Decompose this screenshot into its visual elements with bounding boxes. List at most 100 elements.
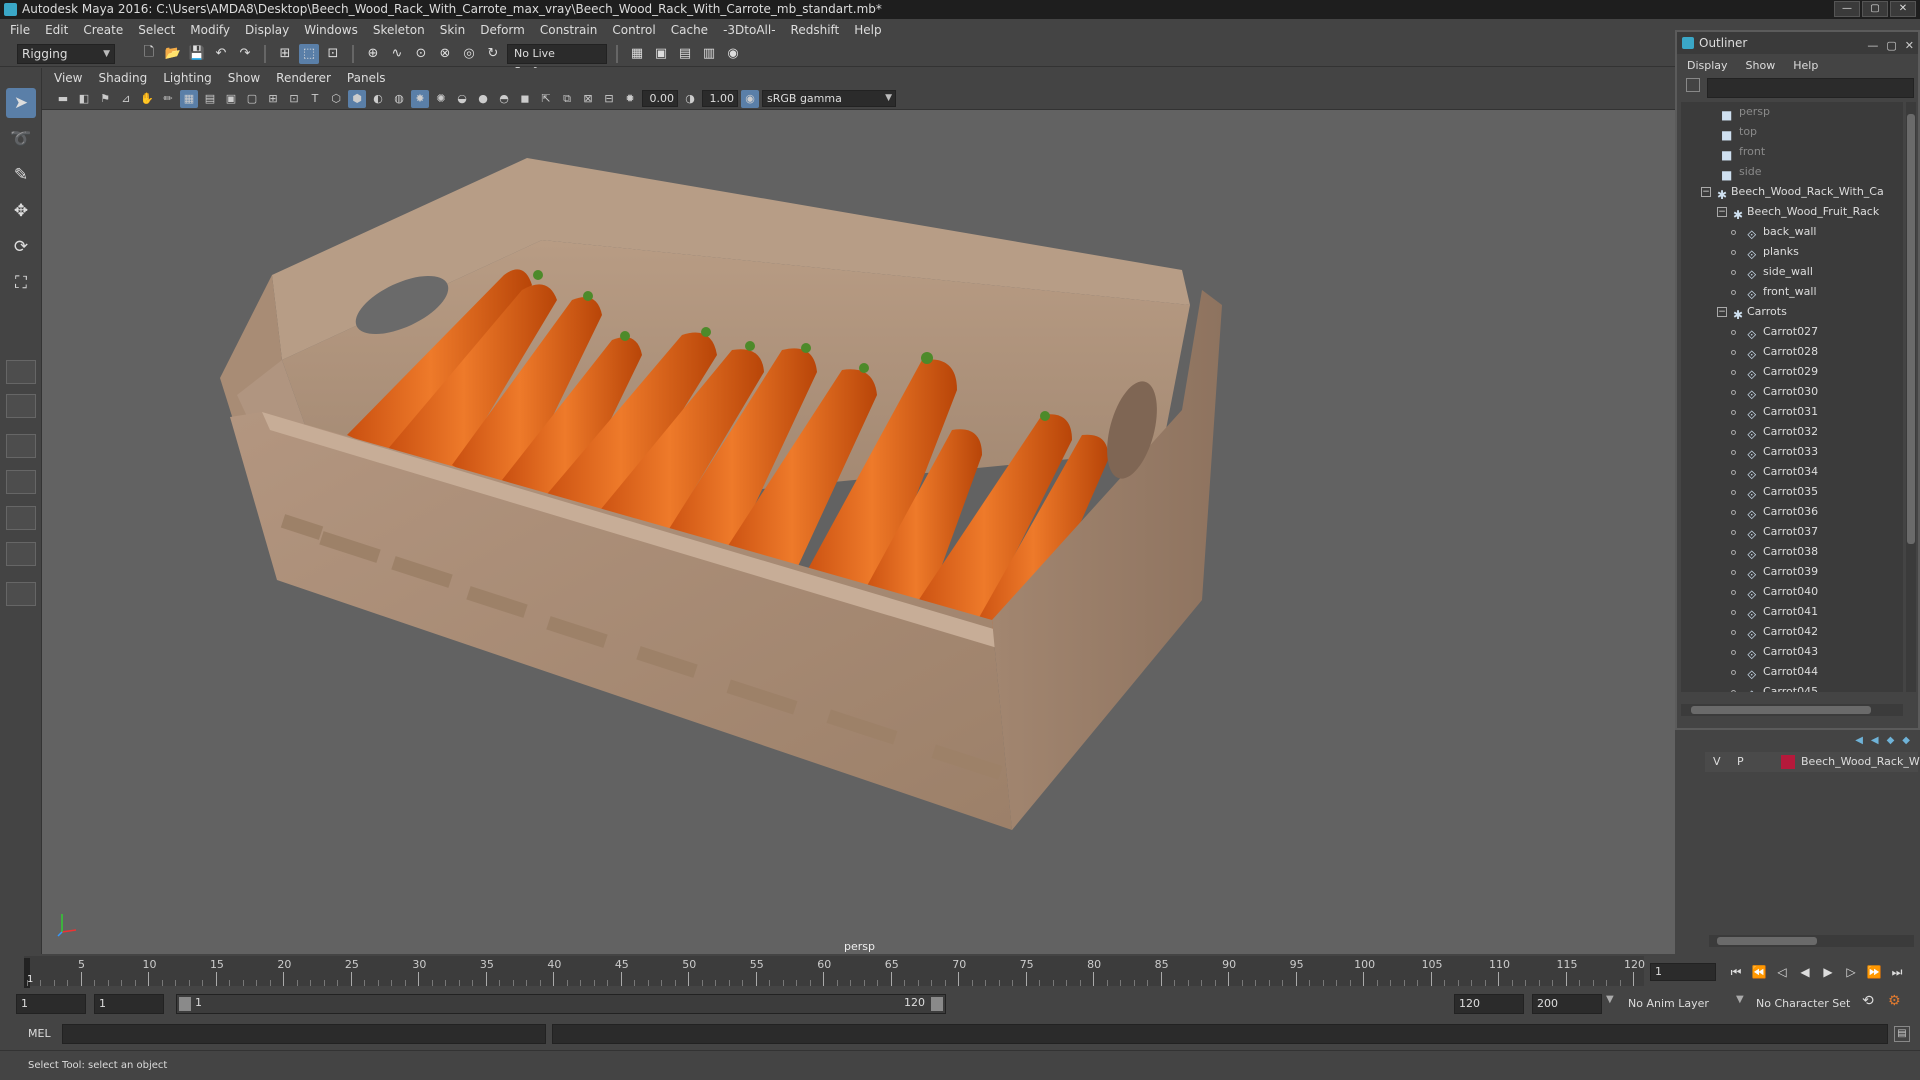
snap-view-icon[interactable]: ⊗ xyxy=(435,44,455,64)
rotate-tool-icon[interactable]: ⟳ xyxy=(6,232,36,262)
tree-item-carrot[interactable]: ⟐ Carrot044 xyxy=(1681,662,1903,682)
playback-start-field[interactable]: 1 xyxy=(94,994,164,1014)
anim-layer-dropdown-icon[interactable]: ▼ xyxy=(1606,994,1614,1005)
snap-point-icon[interactable]: ⊙ xyxy=(411,44,431,64)
layer-visibility-toggle[interactable]: V xyxy=(1713,752,1721,772)
side-by-side-layout-icon[interactable] xyxy=(6,434,36,458)
outliner-menu-help[interactable]: Help xyxy=(1793,59,1818,72)
ipr-render-icon[interactable]: ▤ xyxy=(675,44,695,64)
save-scene-icon[interactable]: 💾 xyxy=(187,44,207,64)
playback-end-field[interactable]: 120 xyxy=(1454,994,1524,1014)
character-set-dropdown-icon[interactable]: ▼ xyxy=(1736,994,1744,1005)
tree-item-carrot[interactable]: ⟐ Carrot040 xyxy=(1681,582,1903,602)
menu-redshift[interactable]: Redshift xyxy=(791,23,840,37)
menu-cache[interactable]: Cache xyxy=(671,23,708,37)
camera-icon[interactable]: ▬ xyxy=(54,90,72,108)
move-layer-up-icon[interactable]: ◀ xyxy=(1855,735,1863,746)
safe-action-icon[interactable]: ⊡ xyxy=(285,90,303,108)
mel-input[interactable] xyxy=(62,1024,546,1044)
close-button[interactable]: ✕ xyxy=(1890,1,1916,17)
lasso-tool-icon[interactable]: ➰ xyxy=(6,124,36,154)
smooth-shade-icon[interactable]: ⬢ xyxy=(348,89,366,108)
snap-grid-icon[interactable]: ⊕ xyxy=(363,44,383,64)
step-back-frame-icon[interactable]: ◁ xyxy=(1772,962,1792,982)
menu-deform[interactable]: Deform xyxy=(480,23,525,37)
outliner-search-input[interactable] xyxy=(1707,78,1914,98)
outliner-close-button[interactable]: ✕ xyxy=(1905,35,1914,57)
outliner-maximize-button[interactable]: ▢ xyxy=(1886,35,1896,57)
render-view-icon[interactable]: ▥ xyxy=(699,44,719,64)
grease-pencil-icon[interactable]: ✏ xyxy=(159,90,177,108)
menu-skin[interactable]: Skin xyxy=(440,23,466,37)
depth-of-field-icon[interactable]: ⊠ xyxy=(579,90,597,108)
current-frame-field[interactable]: 1 xyxy=(1650,963,1716,981)
play-forwards-icon[interactable]: ▶ xyxy=(1818,962,1838,982)
gate-mask-icon[interactable]: ▢ xyxy=(243,90,261,108)
render-frame-icon[interactable]: ▣ xyxy=(651,44,671,64)
scrollbar-thumb[interactable] xyxy=(1691,706,1871,714)
textured-icon[interactable]: ◍ xyxy=(390,90,408,108)
layer-horizontal-scrollbar[interactable] xyxy=(1709,935,1914,947)
menu-file[interactable]: File xyxy=(10,23,30,37)
snap-surface-icon[interactable]: ◎ xyxy=(459,44,479,64)
3d-viewport[interactable]: persp xyxy=(42,110,1675,954)
play-backwards-icon[interactable]: ◀ xyxy=(1795,962,1815,982)
layer-playback-toggle[interactable]: P xyxy=(1737,752,1744,772)
exposure-icon[interactable]: ✹ xyxy=(621,90,639,108)
outliner-vertical-scrollbar[interactable] xyxy=(1906,102,1916,692)
new-scene-icon[interactable]: 🗋 xyxy=(139,44,159,64)
step-forward-key-icon[interactable]: ⏩ xyxy=(1864,962,1884,982)
outliner-persp-layout-icon[interactable] xyxy=(6,470,36,494)
single-pane-layout-icon[interactable] xyxy=(6,360,36,384)
tree-item-carrot[interactable]: ⟐ Carrot036 xyxy=(1681,502,1903,522)
tree-item-front[interactable]: ■ front xyxy=(1681,142,1903,162)
panel-menu-view[interactable]: View xyxy=(54,71,82,85)
safe-title-icon[interactable]: T xyxy=(306,90,324,108)
move-layer-down-icon[interactable]: ◀ xyxy=(1871,735,1879,746)
tree-item-carrot[interactable]: ⟐ Carrot028 xyxy=(1681,342,1903,362)
four-pane-layout-icon[interactable] xyxy=(6,394,36,418)
menu-3dtoall[interactable]: -3DtoAll- xyxy=(723,23,775,37)
image-plane-icon[interactable]: ⊿ xyxy=(117,90,135,108)
live-surface-field[interactable]: No Live Surface xyxy=(507,43,607,78)
script-editor-icon[interactable]: ▤ xyxy=(1894,1026,1910,1042)
tree-item-carrot[interactable]: ⟐ Carrot033 xyxy=(1681,442,1903,462)
tree-item-carrot[interactable]: ⟐ Carrot038 xyxy=(1681,542,1903,562)
outliner-filter-icon[interactable] xyxy=(1686,78,1700,92)
field-chart-icon[interactable]: ⊞ xyxy=(264,90,282,108)
tree-item-carrots-group[interactable]: − ✱ Carrots xyxy=(1681,302,1903,322)
menu-set-dropdown[interactable]: Rigging xyxy=(17,43,115,64)
scrollbar-thumb[interactable] xyxy=(1717,937,1817,945)
tree-item-rack-group[interactable]: − ✱ Beech_Wood_Fruit_Rack xyxy=(1681,202,1903,222)
snap-curve-icon[interactable]: ∿ xyxy=(387,44,407,64)
tree-item-carrot[interactable]: ⟐ Carrot042 xyxy=(1681,622,1903,642)
default-lighting-icon[interactable]: ◐ xyxy=(369,90,387,108)
grid-icon[interactable]: ▦ xyxy=(180,89,198,108)
xray-joints-icon[interactable]: ● xyxy=(474,90,492,108)
use-all-lights-icon[interactable]: ✸ xyxy=(411,89,429,108)
new-layer-selected-icon[interactable]: ◆ xyxy=(1902,735,1910,746)
undo-icon[interactable]: ↶ xyxy=(211,44,231,64)
collapse-icon[interactable]: − xyxy=(1717,207,1727,217)
graph-persp-layout-icon[interactable] xyxy=(6,506,36,530)
menu-modify[interactable]: Modify xyxy=(190,23,230,37)
camera-attributes-icon[interactable]: ◧ xyxy=(75,90,93,108)
panel-menu-shading[interactable]: Shading xyxy=(98,71,147,85)
anim-layer-dropdown[interactable]: No Anim Layer xyxy=(1628,997,1709,1010)
hud-icon[interactable]: ⊟ xyxy=(600,90,618,108)
tree-item-root-group[interactable]: − ✱ Beech_Wood_Rack_With_Ca xyxy=(1681,182,1903,202)
time-slider[interactable]: 1 5 10 15 20 25 30 35 40 45 50 55 60 65 70 75 80 85 90 95 1… xyxy=(0,954,1920,988)
time-slider-track[interactable]: 1 5 10 15 20 25 30 35 40 45 50 55 60 65 70 75 80 85 90 95 1… xyxy=(24,956,1645,988)
tree-item-carrot[interactable]: ⟐ Carrot029 xyxy=(1681,362,1903,382)
menu-constrain[interactable]: Constrain xyxy=(540,23,598,37)
tree-item-front-wall[interactable]: ⟐ front_wall xyxy=(1681,282,1903,302)
menu-help[interactable]: Help xyxy=(854,23,881,37)
tree-item-carrot[interactable]: ⟐ Carrot035 xyxy=(1681,482,1903,502)
animation-end-field[interactable]: 200 xyxy=(1532,994,1602,1014)
new-layer-icon[interactable]: ◆ xyxy=(1887,735,1895,746)
tree-item-carrot[interactable]: ⟐ Carrot030 xyxy=(1681,382,1903,402)
tree-item-carrot[interactable]: ⟐ Carrot032 xyxy=(1681,422,1903,442)
tree-item-carrot[interactable]: ⟐ Carrot039 xyxy=(1681,562,1903,582)
film-gate-icon[interactable]: ▤ xyxy=(201,90,219,108)
tree-item-carrot[interactable]: ⟐ Carrot043 xyxy=(1681,642,1903,662)
